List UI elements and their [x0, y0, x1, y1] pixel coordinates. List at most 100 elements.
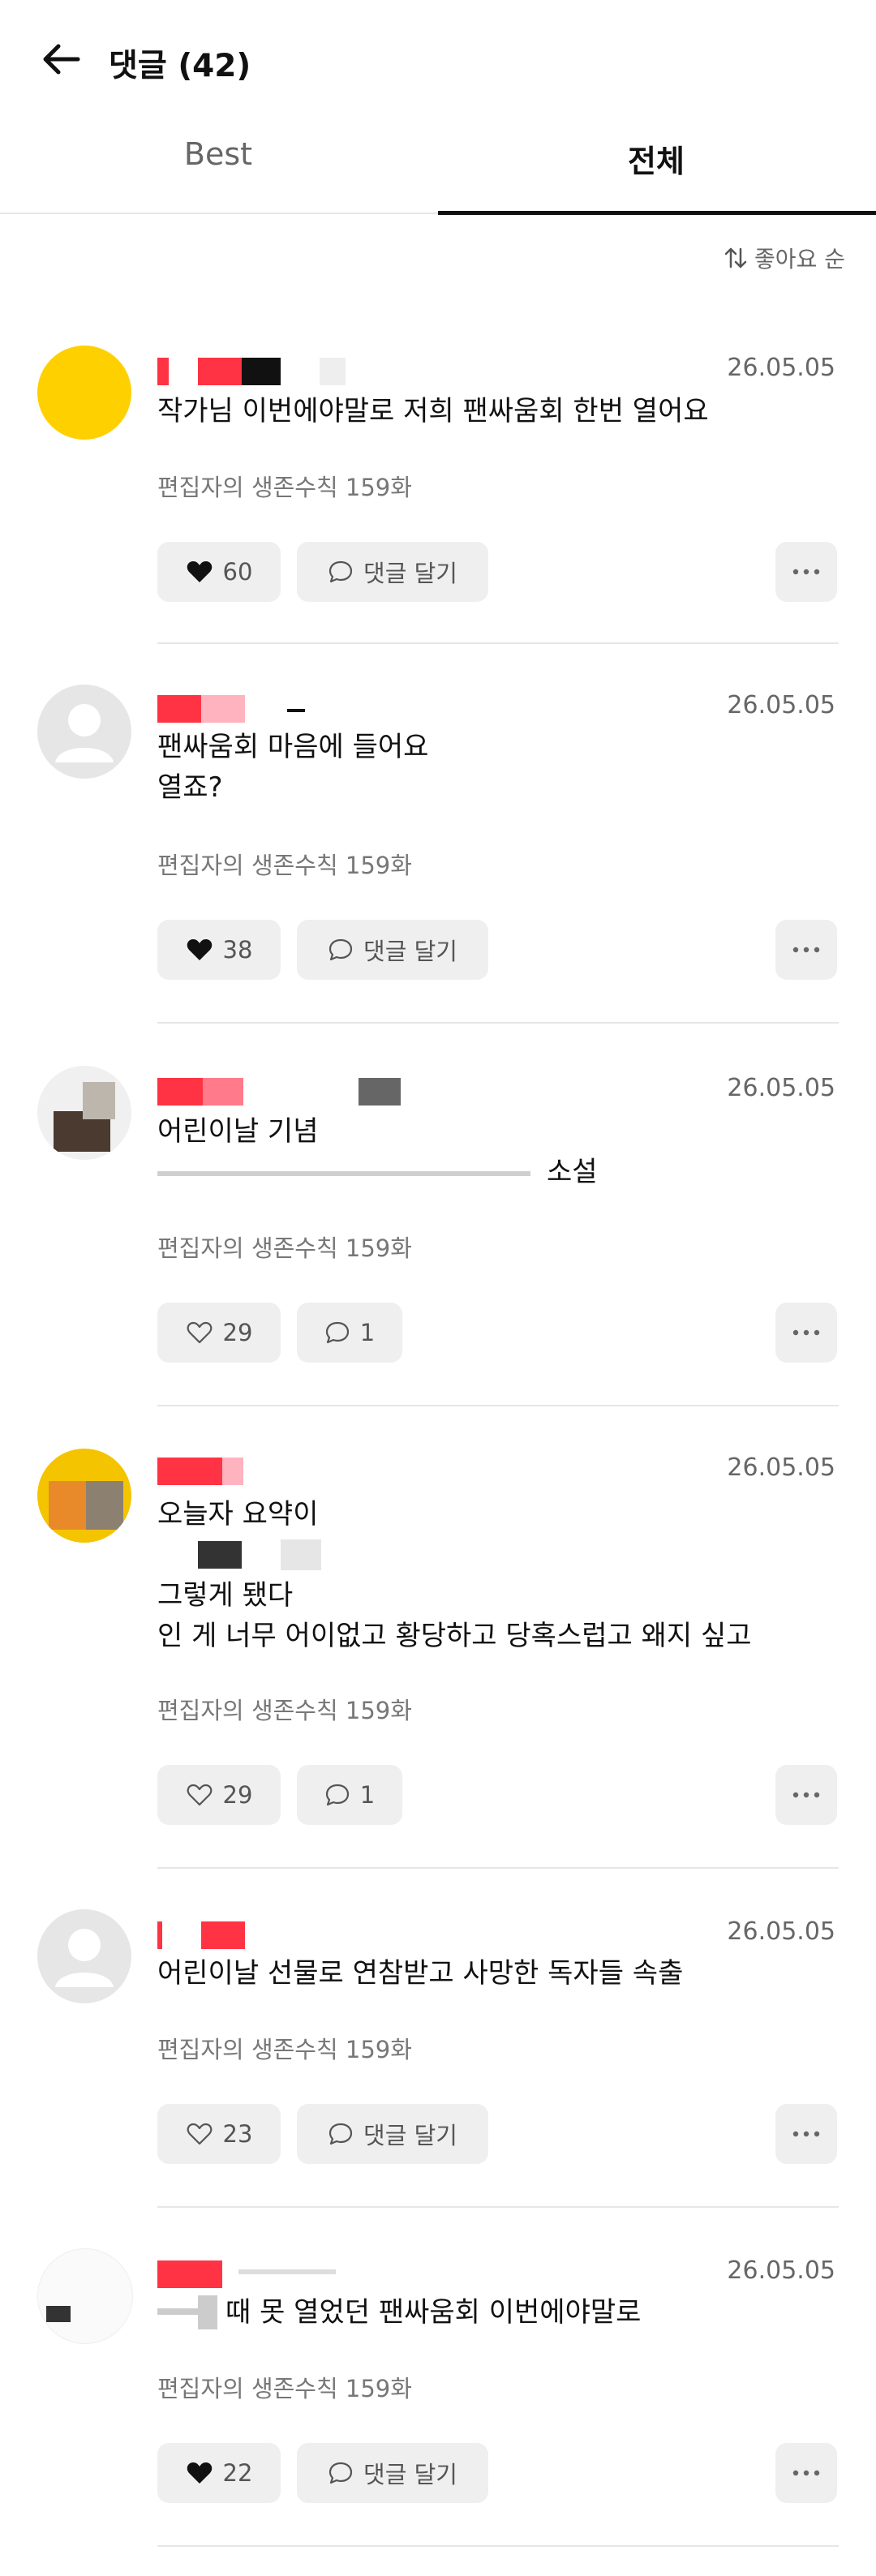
divider [157, 2206, 839, 2208]
like-count: 38 [222, 936, 253, 964]
avatar-photo[interactable] [37, 1449, 131, 1543]
comment-line: 어린이날 선물로 연참받고 사망한 독자들 속출 [157, 1957, 684, 1990]
reply-label: 댓글 달기 [363, 560, 457, 587]
divider [157, 2545, 839, 2547]
redacted-text [157, 1171, 530, 1176]
comment-date: 26.05.05 [727, 2256, 835, 2285]
comment-item: 26.05.05 어린이날 선물로 연참받고 사망한 독자들 속출 편집자의 생… [0, 1872, 876, 2213]
header: 댓글 (42) [0, 0, 876, 122]
like-button[interactable]: 23 [157, 2104, 281, 2164]
comment-item: 26.05.05 오늘자 요약이 그렇게 됐다 인 게 너무 어이없고 황당하고… [0, 1408, 876, 1874]
comment-text: 작가님 이번에야말로 저희 팬싸움회 한번 열어요 [157, 391, 827, 431]
avatar-photo[interactable] [37, 1066, 131, 1160]
like-count: 29 [222, 1319, 253, 1346]
comment-line: 소설 [547, 1156, 598, 1188]
comment-line-redacted [157, 1535, 827, 1575]
more-options-button[interactable] [775, 2104, 837, 2164]
more-options-button[interactable] [775, 542, 837, 602]
divider [157, 1022, 839, 1024]
default-user-icon [55, 704, 114, 762]
sort-label: 좋아요 순 [754, 246, 845, 273]
speech-bubble-icon [325, 1321, 349, 1344]
nickname-redacted [157, 1075, 449, 1108]
more-dots-icon [792, 2470, 820, 2476]
comment-line-partial: 때 못 열었던 팬싸움회 이번에야말로 [157, 2292, 827, 2333]
avatar-default[interactable] [37, 685, 131, 779]
reply-button[interactable]: 댓글 달기 [297, 542, 488, 602]
nickname-redacted [157, 2258, 449, 2290]
comment-date: 26.05.05 [727, 354, 835, 382]
default-user-icon [55, 1929, 114, 1987]
reply-button[interactable]: 1 [297, 1765, 402, 1825]
reply-button[interactable]: 댓글 달기 [297, 2443, 488, 2503]
comment-item: 26.05.05 작가님 이번에야말로 저희 팬싸움회 한번 열어요 편집자의 … [0, 308, 876, 649]
heart-icon [187, 939, 212, 960]
more-options-button[interactable] [775, 920, 837, 980]
divider [157, 1867, 839, 1869]
reply-button[interactable]: 1 [297, 1303, 402, 1363]
more-dots-icon [792, 947, 820, 953]
comment-line: 작가님 이번에야말로 저희 팬싸움회 한번 열어요 [157, 395, 709, 427]
episode-label: 편집자의 생존수칙 159화 [157, 2375, 412, 2402]
like-button[interactable]: 60 [157, 542, 281, 602]
tab-best[interactable]: Best [0, 136, 436, 172]
like-button[interactable]: 38 [157, 920, 281, 980]
episode-label: 편집자의 생존수칙 159화 [157, 852, 412, 879]
speech-bubble-icon [328, 938, 353, 961]
nickname-redacted [157, 1455, 384, 1488]
comment-text: 어린이날 선물로 연참받고 사망한 독자들 속출 [157, 1953, 827, 1994]
more-options-button[interactable] [775, 2443, 837, 2503]
more-dots-icon [792, 1792, 820, 1798]
episode-label: 편집자의 생존수칙 159화 [157, 1697, 412, 1724]
avatar[interactable] [37, 346, 131, 440]
avatar-photo[interactable] [37, 2248, 133, 2344]
like-count: 22 [222, 2459, 253, 2487]
comment-date: 26.05.05 [727, 1074, 835, 1102]
more-dots-icon [792, 569, 820, 575]
heart-icon [187, 2462, 212, 2484]
like-button[interactable]: 22 [157, 2443, 281, 2503]
nickname-redacted [157, 1919, 336, 1951]
speech-bubble-icon [328, 560, 353, 583]
speech-bubble-icon [328, 2123, 353, 2145]
like-count: 23 [222, 2120, 253, 2148]
comment-date: 26.05.05 [727, 691, 835, 719]
more-options-button[interactable] [775, 1303, 837, 1363]
more-dots-icon [792, 1329, 820, 1336]
more-options-button[interactable] [775, 1765, 837, 1825]
comment-line: 그렇게 됐다 [157, 1579, 294, 1612]
like-button[interactable]: 29 [157, 1765, 281, 1825]
comment-date: 26.05.05 [727, 1917, 835, 1946]
reply-label: 댓글 달기 [363, 2122, 457, 2149]
heart-icon [187, 561, 212, 582]
reply-label: 댓글 달기 [363, 938, 457, 965]
tab-all[interactable]: 전체 [438, 136, 874, 181]
reply-label: 댓글 달기 [363, 2461, 457, 2488]
heart-outline-icon [187, 2123, 212, 2145]
heart-outline-icon [187, 1784, 212, 1806]
episode-label: 편집자의 생존수칙 159화 [157, 2036, 412, 2063]
nickname-redacted [157, 355, 346, 388]
active-tab-indicator [438, 211, 876, 215]
comment-line-partial: 소설 [157, 1152, 827, 1192]
reply-count: 1 [359, 1781, 376, 1809]
tab-bar: Best 전체 [0, 122, 876, 215]
sort-button[interactable]: 좋아요 순 [724, 242, 845, 274]
comment-line: 인 게 너무 어이없고 황당하고 당혹스럽고 왜지 싶고 [157, 1620, 752, 1652]
comment-text: 때 못 열었던 팬싸움회 이번에야말로 [157, 2292, 827, 2333]
comment-line: 어린이날 기념 [157, 1115, 319, 1148]
comment-text: 팬싸움회 마음에 들어요 열죠? [157, 727, 827, 808]
like-button[interactable]: 29 [157, 1303, 281, 1363]
comment-item: 26.05.05 어린이날 기념 소설 편집자의 생존수칙 159화 29 1 [0, 1028, 876, 1410]
nickname-redacted [157, 693, 336, 725]
reply-button[interactable]: 댓글 달기 [297, 920, 488, 980]
divider [157, 642, 839, 644]
more-dots-icon [792, 2131, 820, 2137]
reply-button[interactable]: 댓글 달기 [297, 2104, 488, 2164]
speech-bubble-icon [325, 1784, 349, 1806]
avatar-default[interactable] [37, 1909, 131, 2003]
heart-outline-icon [187, 1321, 212, 1344]
comment-text: 오늘자 요약이 그렇게 됐다 인 게 너무 어이없고 황당하고 당혹스럽고 왜지… [157, 1494, 827, 1656]
episode-label: 편집자의 생존수칙 159화 [157, 474, 412, 501]
back-arrow-icon[interactable] [37, 39, 86, 79]
